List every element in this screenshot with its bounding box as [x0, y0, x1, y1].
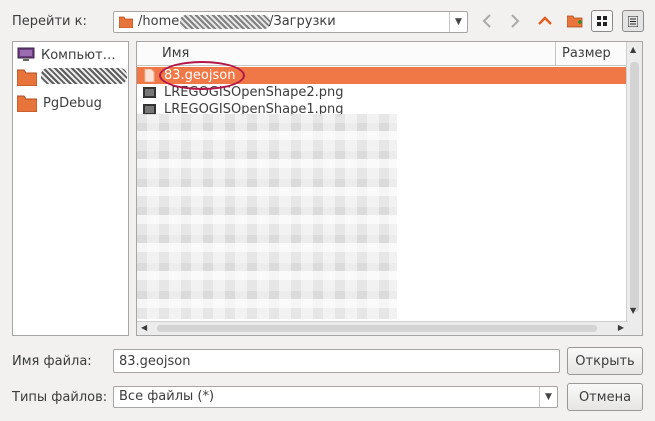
chevron-down-icon[interactable]: ▼	[539, 387, 557, 407]
filename-label: Имя файла:	[12, 354, 92, 369]
list-view-icon	[628, 15, 638, 27]
path-prefix: /home	[138, 14, 180, 29]
chevron-down-icon[interactable]: ▼	[449, 12, 467, 32]
redacted-username	[180, 15, 270, 29]
filetype-select[interactable]: Все файлы (*) ▼	[113, 386, 558, 408]
scroll-right-icon[interactable]: ▶	[618, 323, 624, 332]
chevron-left-icon	[482, 14, 491, 28]
scrollbar-thumb[interactable]	[630, 62, 639, 312]
document-icon	[144, 69, 155, 82]
icon-view-button[interactable]	[591, 10, 613, 32]
horizontal-scrollbar[interactable]: ◀ ▶	[137, 321, 628, 335]
redacted-file-list	[137, 114, 397, 319]
detail-view-button[interactable]	[622, 10, 644, 32]
filename-input[interactable]	[113, 349, 560, 373]
sidebar-item-pgdebug[interactable]: PgDebug	[17, 93, 127, 113]
column-divider[interactable]	[555, 42, 556, 66]
folder-icon	[119, 16, 133, 28]
folder-icon	[17, 69, 37, 86]
sidebar-item-label: Компьют…	[41, 47, 116, 63]
places-sidebar: Компьют… PgDebug	[12, 41, 129, 336]
folder-icon	[17, 95, 37, 112]
goto-label: Перейти к:	[12, 14, 87, 29]
chevron-right-icon	[511, 14, 520, 28]
redacted-folder-name	[41, 68, 127, 84]
open-button[interactable]: Открыть	[567, 347, 643, 375]
cancel-button-label: Отмена	[578, 389, 632, 405]
back-button[interactable]	[476, 10, 498, 32]
column-name[interactable]: Имя	[162, 46, 189, 61]
path-combobox[interactable]: /home /Загрузки ▼	[113, 11, 468, 33]
path-suffix: /Загрузки	[269, 14, 336, 29]
new-folder-button[interactable]	[564, 10, 586, 32]
chevron-up-icon	[538, 16, 552, 25]
file-list[interactable]: Имя Размер 83.geojson LREGOGISOpenShape2…	[136, 41, 643, 336]
sidebar-item-computer[interactable]: Компьют…	[17, 45, 127, 65]
parent-folder-button[interactable]	[534, 10, 556, 32]
grid-view-icon	[597, 16, 607, 26]
scroll-down-icon[interactable]: ▼	[630, 306, 636, 315]
forward-button[interactable]	[504, 10, 526, 32]
open-button-label: Открыть	[575, 353, 635, 369]
new-folder-icon	[567, 15, 583, 28]
scroll-up-icon[interactable]: ▲	[630, 45, 636, 54]
scrollbar-thumb[interactable]	[157, 325, 597, 332]
annotation-circle	[159, 61, 245, 90]
cancel-button[interactable]: Отмена	[567, 383, 643, 411]
filetype-value: Все файлы (*)	[119, 389, 215, 404]
sidebar-item-label: PgDebug	[43, 95, 102, 111]
filetype-label: Типы файлов:	[12, 390, 108, 405]
vertical-scrollbar[interactable]: ▲ ▼	[626, 42, 642, 335]
scroll-left-icon[interactable]: ◀	[141, 323, 147, 332]
image-file-icon	[143, 87, 156, 98]
column-size[interactable]: Размер	[562, 46, 611, 61]
computer-icon	[17, 47, 35, 61]
